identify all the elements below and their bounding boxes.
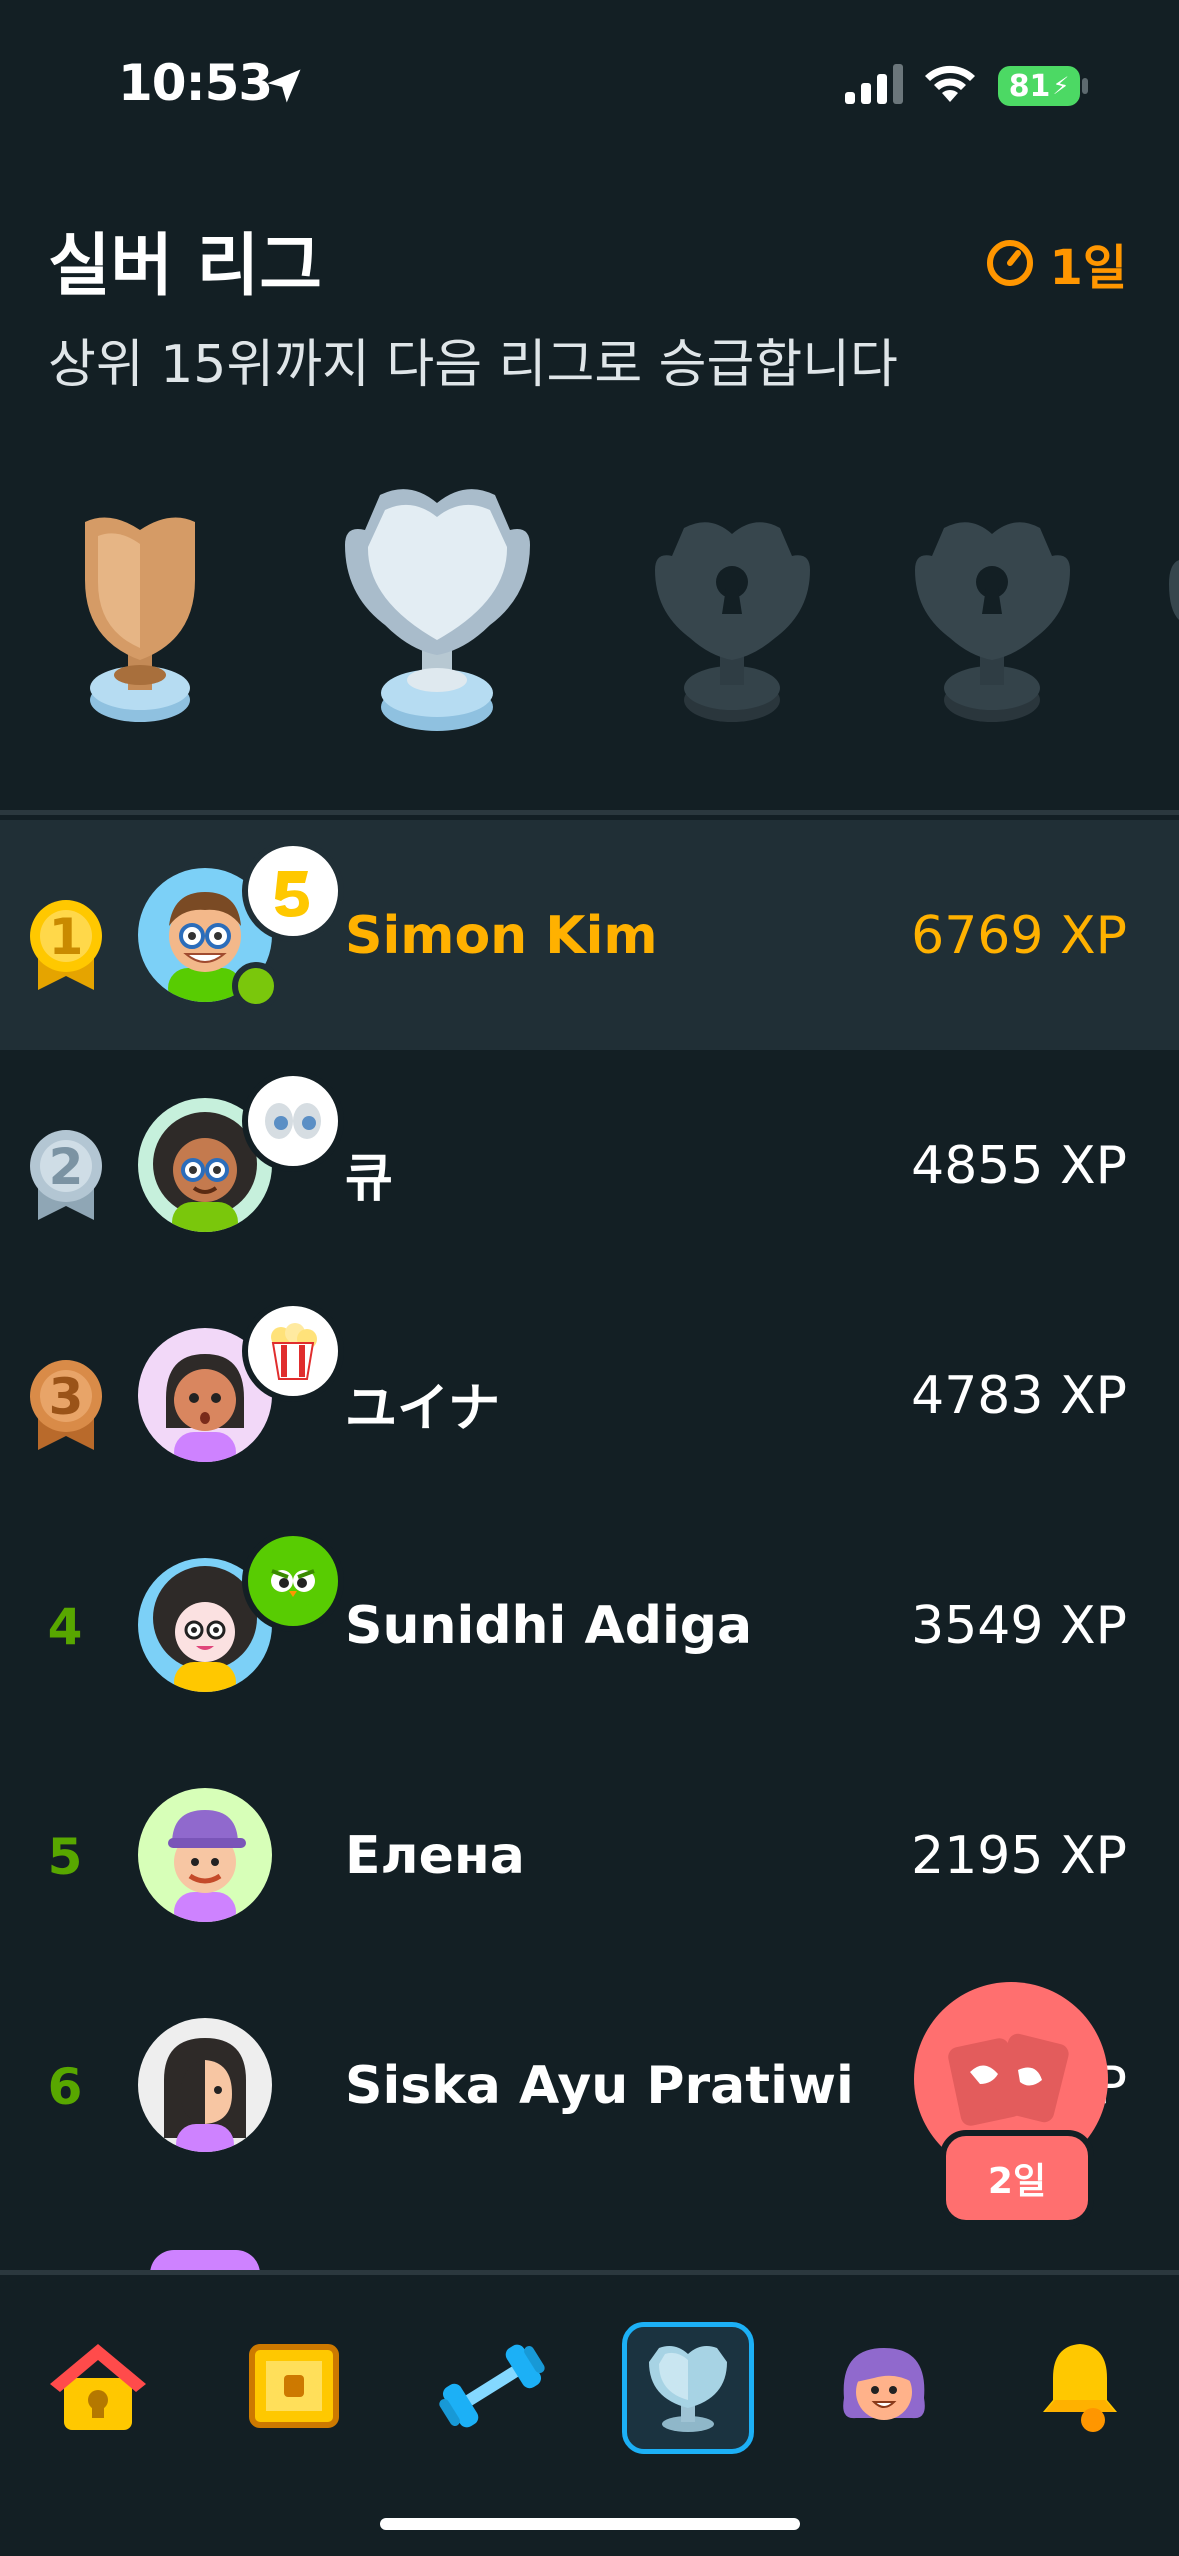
player-xp: 4783 XP xyxy=(911,1366,1127,1426)
cellular-signal-icon xyxy=(845,64,903,104)
nav-home-tab[interactable] xyxy=(34,2322,162,2450)
wifi-icon xyxy=(925,65,975,102)
eyes-emoji-badge-icon xyxy=(242,1070,344,1172)
leaderboard-row-current-user[interactable]: 1 Simon Kim 6769 XP xyxy=(0,820,1179,1050)
player-xp: 3549 XP xyxy=(911,1596,1127,1656)
nav-notifications-tab[interactable] xyxy=(1016,2322,1144,2450)
player-xp: 2195 XP xyxy=(911,1826,1127,1886)
bell-icon xyxy=(1043,2344,1117,2432)
duo-owl-badge-icon xyxy=(242,1530,344,1632)
rank-number: 2 xyxy=(48,1138,84,1196)
location-arrow-icon xyxy=(267,69,301,103)
popcorn-badge-icon xyxy=(242,1300,344,1402)
rank-number: 1 xyxy=(48,908,84,966)
avatar-image xyxy=(168,1810,246,1922)
home-indicator xyxy=(380,2518,800,2530)
leaderboard-row[interactable]: 2 큐 4855 XP xyxy=(0,1050,1179,1280)
clock-icon xyxy=(987,240,1034,286)
nav-quests-tab[interactable] xyxy=(230,2322,358,2450)
league-title: 실버 리그 xyxy=(48,227,322,306)
home-icon xyxy=(50,2344,146,2430)
locked-trophy-3[interactable] xyxy=(650,510,815,730)
locked-trophy-5-partial[interactable] xyxy=(1165,540,1179,640)
nav-profile-tab[interactable] xyxy=(820,2322,948,2450)
avatar[interactable] xyxy=(138,1788,272,1922)
streak-badge-icon xyxy=(242,840,344,942)
player-name: Елена xyxy=(345,1826,525,1886)
header-divider xyxy=(0,810,1179,815)
player-xp: 6769 XP xyxy=(911,906,1127,966)
leaderboard-row[interactable]: 5 Елена 2195 XP xyxy=(0,1740,1179,1970)
avatar[interactable] xyxy=(138,2018,272,2152)
charging-bolt-icon: ⚡ xyxy=(1052,72,1070,100)
chest-icon xyxy=(249,2344,339,2428)
bronze-league-trophy[interactable] xyxy=(70,500,210,740)
leaderboard-row[interactable]: 3 ユイナ 4783 XP xyxy=(0,1280,1179,1510)
player-name: Siska Ayu Pratiwi xyxy=(345,2056,854,2116)
nav-leagues-tab[interactable] xyxy=(622,2322,754,2454)
timer-text: 1일 xyxy=(1049,240,1127,296)
profile-icon xyxy=(843,2348,925,2420)
player-name: 큐 xyxy=(345,1149,393,1209)
online-status-indicator xyxy=(232,962,280,1010)
avatar-image xyxy=(164,2038,246,2152)
player-name: Simon Kim xyxy=(345,906,658,966)
battery-cap xyxy=(1082,78,1088,94)
status-time: 10:53 xyxy=(118,54,273,112)
league-trophy-icon xyxy=(649,2346,727,2432)
player-name: Sunidhi Adiga xyxy=(345,1596,753,1656)
promotion-info: 상위 15위까지 다음 리그로 승급합니다 xyxy=(48,335,898,395)
player-name: ユイナ xyxy=(345,1379,500,1439)
nav-practice-tab[interactable] xyxy=(428,2322,556,2450)
battery-level: 81 xyxy=(1008,68,1051,104)
quest-timer-pill[interactable]: 2일 xyxy=(940,2130,1094,2226)
bottom-navigation xyxy=(0,2275,1179,2556)
rank-number: 6 xyxy=(47,2058,83,2116)
league-timer: 1일 xyxy=(985,228,1127,298)
leaderboard-row[interactable]: 4 Sunidhi Adiga 3549 XP xyxy=(0,1510,1179,1740)
silver-league-trophy[interactable] xyxy=(340,475,535,745)
locked-trophy-4[interactable] xyxy=(910,510,1075,730)
battery-indicator: 81 ⚡ xyxy=(998,66,1080,106)
rank-number: 5 xyxy=(47,1828,83,1886)
rank-number: 3 xyxy=(48,1368,84,1426)
rank-number: 4 xyxy=(47,1598,83,1656)
dumbbell-icon xyxy=(439,2344,545,2428)
player-xp: 4855 XP xyxy=(911,1136,1127,1196)
